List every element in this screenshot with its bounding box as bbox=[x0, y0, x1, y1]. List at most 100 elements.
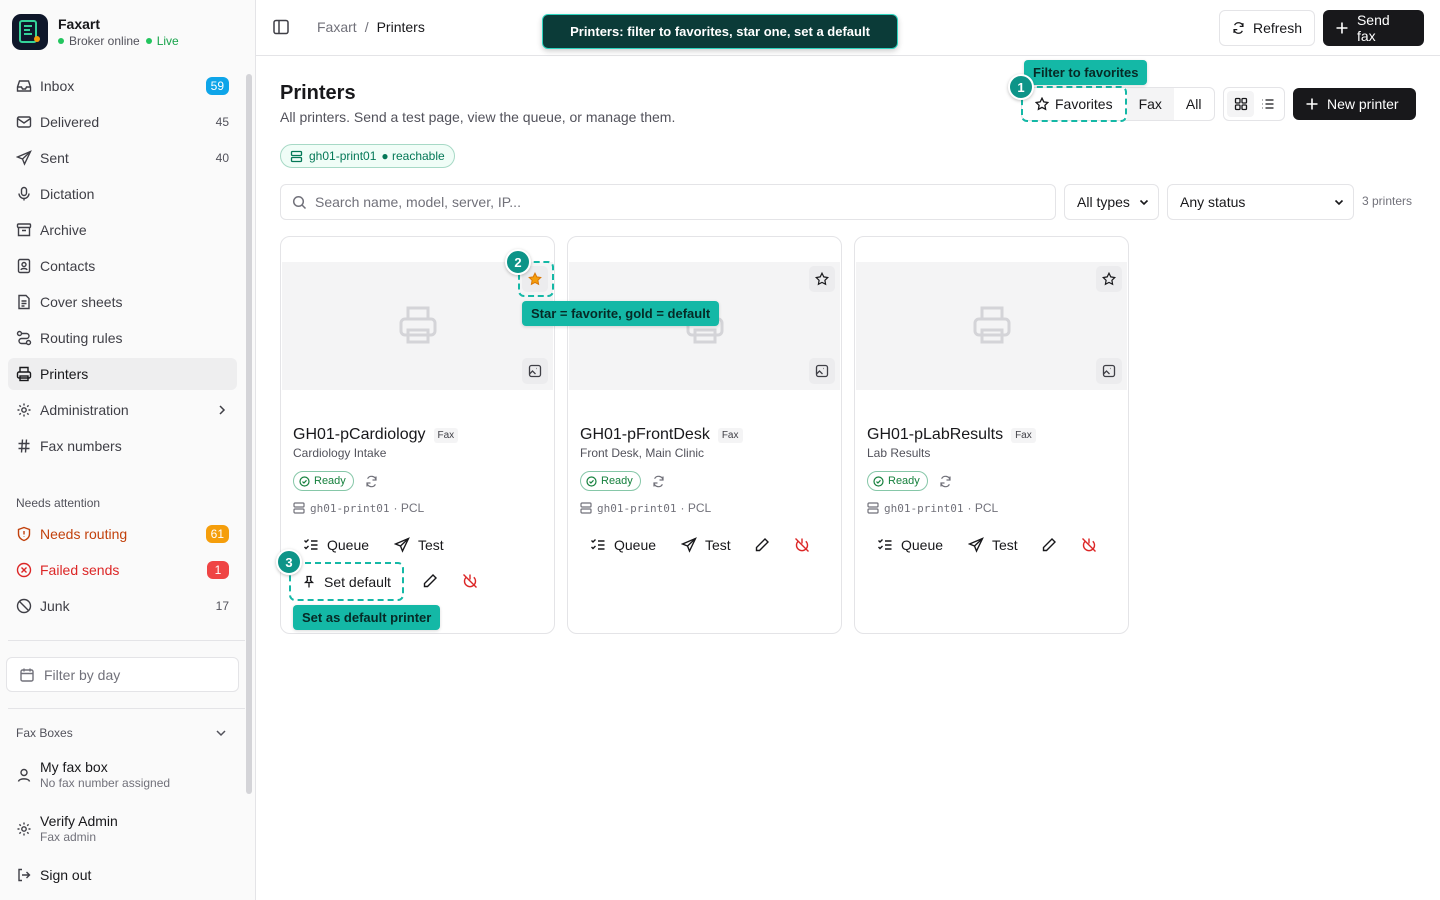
filter-by-day-input[interactable]: Filter by day bbox=[6, 657, 239, 692]
calendar-icon bbox=[20, 668, 34, 682]
send-fax-button[interactable]: Send fax bbox=[1323, 10, 1424, 46]
sidebar-item-fax-numbers[interactable]: Fax numbers bbox=[8, 430, 237, 462]
printer-card[interactable]: GH01-pFrontDesk Fax Front Desk, Main Clin… bbox=[567, 236, 842, 634]
refresh-icon bbox=[1233, 22, 1244, 34]
sidebar-item-routing-rules[interactable]: Routing rules bbox=[8, 322, 237, 354]
x-circle-icon bbox=[16, 562, 32, 578]
print-server-chip[interactable]: gh01-print01 ● reachable bbox=[280, 144, 455, 168]
send-icon bbox=[968, 537, 984, 553]
brand[interactable]: Faxart Broker online Live bbox=[12, 14, 179, 50]
printer-card[interactable]: GH01-pCardiology Fax Cardiology Intake Re… bbox=[280, 236, 555, 634]
queue-label: Queue bbox=[901, 537, 944, 553]
sidebar-item-cover-sheets[interactable]: Cover sheets bbox=[8, 286, 237, 318]
chevron-down-icon bbox=[1334, 199, 1344, 206]
printer-language: · PCL bbox=[393, 501, 425, 515]
type-select[interactable]: All types bbox=[1064, 184, 1159, 220]
my-fax-box[interactable]: My fax box No fax number assigned bbox=[16, 759, 170, 790]
my-fax-box-label: My fax box bbox=[40, 759, 108, 775]
live-indicator: Live bbox=[145, 34, 179, 48]
change-image-button[interactable] bbox=[1096, 358, 1122, 384]
printer-thumbnail bbox=[856, 262, 1127, 390]
toggle-sidebar-button[interactable] bbox=[272, 18, 290, 36]
test-button[interactable]: Test bbox=[681, 530, 731, 560]
disable-printer-button[interactable] bbox=[788, 531, 816, 559]
sidebar-item-label: Delivered bbox=[40, 114, 100, 130]
favorite-star-button[interactable] bbox=[1096, 266, 1122, 292]
edit-printer-button[interactable] bbox=[748, 531, 776, 559]
printer-search-input[interactable]: Search name, model, server, IP... bbox=[280, 184, 1056, 220]
sidebar-scrollbar[interactable] bbox=[246, 74, 252, 794]
set-default-button[interactable]: Set default bbox=[289, 562, 404, 601]
list-view-button[interactable] bbox=[1254, 91, 1281, 117]
list-checks-icon bbox=[878, 539, 892, 550]
refresh-button[interactable]: Refresh bbox=[1219, 10, 1315, 46]
printer-thumbnail bbox=[569, 262, 840, 390]
fax-boxes-header[interactable]: Fax Boxes bbox=[16, 726, 228, 740]
user-name: Verify Admin bbox=[40, 813, 118, 829]
star-outline-icon bbox=[1102, 272, 1116, 286]
status-badge: Ready bbox=[867, 471, 928, 491]
filter-fax-button[interactable]: Fax bbox=[1126, 88, 1174, 120]
queue-button[interactable]: Queue bbox=[303, 530, 369, 560]
sidebar-item-inbox[interactable]: Inbox 59 bbox=[8, 70, 237, 102]
sidebar-item-administration[interactable]: Administration bbox=[8, 394, 237, 426]
status-select-value: Any status bbox=[1180, 194, 1246, 210]
sidebar-item-delivered[interactable]: Delivered 45 bbox=[8, 106, 237, 138]
sidebar-divider bbox=[8, 708, 245, 709]
printer-thumbnail bbox=[282, 262, 553, 390]
user-role: Fax admin bbox=[40, 830, 97, 844]
printer-server: gh01-print01 · PCL bbox=[293, 501, 424, 515]
sidebar-item-junk[interactable]: Junk 17 bbox=[8, 590, 237, 622]
filter-favorites-button[interactable]: Favorites bbox=[1021, 86, 1127, 122]
sidebar-item-needs-routing[interactable]: Needs routing 61 bbox=[8, 518, 237, 550]
new-printer-button[interactable]: New printer bbox=[1293, 88, 1416, 120]
edit-printer-button[interactable] bbox=[416, 567, 444, 595]
breadcrumb-separator: / bbox=[364, 19, 369, 35]
pencil-icon bbox=[755, 538, 769, 552]
status-select[interactable]: Any status bbox=[1167, 184, 1354, 220]
sidebar-item-failed-sends[interactable]: Failed sends 1 bbox=[8, 554, 237, 586]
sent-count: 40 bbox=[215, 151, 229, 165]
test-button[interactable]: Test bbox=[394, 530, 444, 560]
grid-view-button[interactable] bbox=[1227, 91, 1254, 117]
refresh-status-icon[interactable] bbox=[365, 475, 378, 488]
printer-card[interactable]: GH01-pLabResults Fax Lab Results Ready gh… bbox=[854, 236, 1129, 634]
status-badge: Ready bbox=[293, 471, 354, 491]
favorite-star-button[interactable] bbox=[809, 266, 835, 292]
sidebar-item-label: Printers bbox=[40, 366, 89, 382]
sidebar-item-label: Dictation bbox=[40, 186, 95, 202]
refresh-status-icon[interactable] bbox=[652, 475, 665, 488]
my-fax-box-sub: No fax number assigned bbox=[40, 776, 171, 790]
change-image-button[interactable] bbox=[809, 358, 835, 384]
sidebar-item-sent[interactable]: Sent 40 bbox=[8, 142, 237, 174]
gear-icon bbox=[17, 822, 31, 835]
server-icon bbox=[867, 502, 879, 514]
sidebar-item-dictation[interactable]: Dictation bbox=[8, 178, 237, 210]
send-icon bbox=[394, 537, 410, 553]
sidebar-item-printers[interactable]: Printers bbox=[8, 358, 237, 390]
refresh-status-icon[interactable] bbox=[939, 475, 952, 488]
change-image-button[interactable] bbox=[522, 358, 548, 384]
test-button[interactable]: Test bbox=[968, 530, 1018, 560]
filter-all-button[interactable]: All bbox=[1174, 88, 1214, 120]
pencil-icon bbox=[423, 574, 437, 588]
printer-type-badge: Fax bbox=[717, 427, 743, 443]
sidebar-item-archive[interactable]: Archive bbox=[8, 214, 237, 246]
image-edit-icon bbox=[1102, 364, 1116, 378]
breadcrumb-root-link[interactable]: Faxart bbox=[317, 19, 357, 35]
sign-out-button[interactable]: Sign out bbox=[16, 867, 91, 883]
current-user[interactable]: Verify Admin Fax admin bbox=[16, 813, 118, 844]
disable-printer-button[interactable] bbox=[1075, 531, 1103, 559]
delivered-count: 45 bbox=[215, 115, 229, 129]
faxart-logo-icon bbox=[12, 14, 48, 50]
power-off-icon bbox=[1082, 538, 1096, 552]
tour-tip-filter-favorites: Filter to favorites bbox=[1024, 60, 1148, 85]
edit-printer-button[interactable] bbox=[1035, 531, 1063, 559]
inbox-icon bbox=[16, 80, 32, 92]
queue-button[interactable]: Queue bbox=[590, 530, 656, 560]
disable-printer-button[interactable] bbox=[456, 567, 484, 595]
sidebar-item-contacts[interactable]: Contacts bbox=[8, 250, 237, 282]
test-label: Test bbox=[992, 537, 1018, 553]
queue-button[interactable]: Queue bbox=[877, 530, 943, 560]
fax-boxes-title: Fax Boxes bbox=[16, 726, 73, 740]
